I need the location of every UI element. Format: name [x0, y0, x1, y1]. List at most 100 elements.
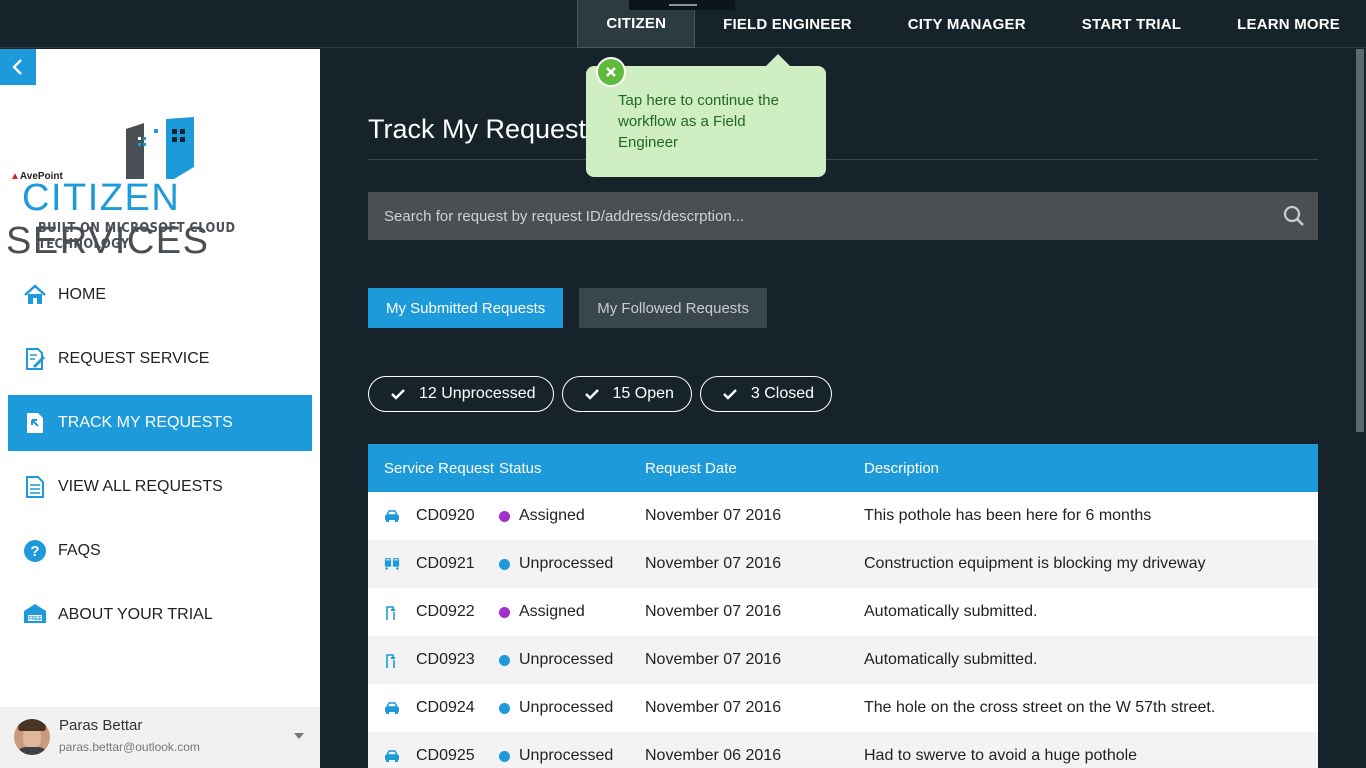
user-email: paras.bettar@outlook.com [59, 740, 200, 754]
filter-closed[interactable]: 3 Closed [699, 376, 833, 412]
cell-request-date: November 06 2016 [645, 747, 782, 764]
status-text: Unprocessed [519, 747, 614, 764]
cell-status: Assigned [499, 507, 645, 525]
logo: ▲AvePoint CITIZEN SERVICES BUILT ON MICRO… [6, 117, 314, 262]
sidebar-item-request-service[interactable]: REQUEST SERVICE [8, 331, 312, 387]
table-row[interactable]: CD0923 Unprocessed November 07 2016 Automat… [368, 636, 1318, 684]
page-title: Track My Requests [368, 114, 600, 144]
collapse-sidebar-button[interactable] [0, 49, 36, 85]
cell-request-date: November 07 2016 [645, 699, 782, 716]
status-text: Unprocessed [519, 651, 614, 668]
cell-status: Unprocessed [499, 555, 645, 573]
column-header[interactable]: Description [864, 460, 1318, 477]
check-icon [391, 388, 405, 400]
table-row[interactable]: CD0920 Assigned November 07 2016 This potho… [368, 492, 1318, 540]
chevron-down-icon[interactable] [294, 733, 304, 739]
search-icon[interactable] [1270, 192, 1318, 240]
column-header[interactable]: Status [499, 460, 645, 477]
sidebar-item-label: ABOUT YOUR TRIAL [58, 606, 213, 623]
status-text: Unprocessed [519, 699, 614, 716]
table-row[interactable]: CD0922 Assigned November 07 2016 Automatica… [368, 588, 1318, 636]
sidebar-item-view-all-requests[interactable]: VIEW ALL REQUESTS [8, 459, 312, 515]
table-row[interactable]: CD0924 Unprocessed November 07 2016 The hol… [368, 684, 1318, 732]
tab-my-followed-requests[interactable]: My Followed Requests [579, 288, 767, 328]
cell-service-request: CD0922 [368, 603, 499, 621]
check-icon [723, 388, 737, 400]
cell-status: Unprocessed [499, 699, 645, 717]
cell-request-date: November 07 2016 [645, 651, 782, 668]
request-id: CD0924 [416, 699, 475, 716]
search-input[interactable] [368, 192, 1270, 240]
car-icon [384, 509, 400, 523]
status-dot [499, 654, 510, 666]
cell-request-date: November 07 2016 [645, 507, 782, 524]
request-id: CD0925 [416, 747, 475, 764]
tab-my-submitted-requests[interactable]: My Submitted Requests [368, 288, 564, 328]
status-dot [499, 702, 510, 714]
scrollbar[interactable] [1354, 49, 1366, 768]
filter-unprocessed[interactable]: 12 Unprocessed [368, 376, 554, 412]
list-document-icon [22, 474, 48, 500]
cell-description: The hole on the cross street on the W 57… [864, 699, 1216, 716]
main-content: Track My Requests My Submitted Requests … [320, 49, 1354, 768]
scroll-thumb[interactable] [1356, 49, 1364, 432]
column-header[interactable]: Request Date [645, 460, 864, 477]
status-dot [499, 510, 510, 522]
tooltip-text: Tap here to continue the workflow as a F… [618, 92, 779, 151]
sidebar-item-about-your-trial[interactable]: FREE ABOUT YOUR TRIAL [8, 587, 312, 643]
cell-request-date: November 07 2016 [645, 603, 782, 620]
cell-service-request: CD0920 [368, 507, 499, 525]
svg-text:FREE: FREE [28, 616, 42, 622]
streetlight-icon [384, 652, 400, 668]
sidebar-item-track-my-requests[interactable]: TRACK MY REQUESTS [8, 395, 312, 451]
request-id: CD0923 [416, 651, 475, 668]
drag-handle[interactable] [629, 0, 735, 10]
request-id: CD0922 [416, 603, 475, 620]
chevron-left-icon [12, 59, 22, 75]
filter-label: 12 Unprocessed [419, 385, 536, 402]
avatar [14, 719, 50, 755]
filter-label: 3 Closed [750, 385, 815, 402]
sidebar-item-home[interactable]: HOME [8, 267, 312, 323]
cell-status: Unprocessed [499, 747, 645, 765]
home-icon [22, 282, 48, 308]
coach-tooltip[interactable]: Tap here to continue the workflow as a F… [586, 54, 826, 177]
filter-open[interactable]: 15 Open [561, 376, 692, 412]
sidebar-item-label: TRACK MY REQUESTS [58, 414, 233, 431]
user-name: Paras Bettar [59, 717, 143, 734]
nav-learn-more[interactable]: LEARN MORE [1209, 0, 1366, 48]
cell-description: Automatically submitted. [864, 603, 1038, 620]
close-icon[interactable] [596, 57, 626, 87]
sidebar-item-label: FAQS [58, 542, 101, 559]
table-body: CD0920 Assigned November 07 2016 This potho… [368, 492, 1318, 768]
table-row[interactable]: CD0925 Unprocessed November 06 2016 Had to … [368, 732, 1318, 768]
car-icon [384, 749, 400, 763]
request-id: CD0921 [416, 555, 475, 572]
cell-description: This pothole has been here for 6 months [864, 507, 1152, 524]
status-dot [499, 558, 510, 570]
cell-service-request: CD0924 [368, 699, 499, 717]
cell-description: Automatically submitted. [864, 651, 1038, 668]
buildings-logo-icon [126, 117, 194, 179]
request-id: CD0920 [416, 507, 475, 524]
tagline: BUILT ON MICROSOFT CLOUD TECHNOLOGY [38, 220, 236, 252]
user-profile[interactable]: Paras Bettar paras.bettar@outlook.com [0, 707, 320, 768]
vehicles-icon [384, 557, 400, 571]
sidebar-item-label: VIEW ALL REQUESTS [58, 478, 223, 495]
column-header[interactable]: Service Request [368, 460, 499, 477]
status-text: Assigned [519, 603, 585, 620]
nav-city-manager[interactable]: CITY MANAGER [880, 0, 1054, 48]
cell-status: Assigned [499, 603, 645, 621]
cell-service-request: CD0921 [368, 555, 499, 573]
sidebar-item-faqs[interactable]: ? FAQS [8, 523, 312, 579]
edit-document-icon [22, 346, 48, 372]
table-row[interactable]: CD0921 Unprocessed November 07 2016 Constru… [368, 540, 1318, 588]
cell-service-request: CD0925 [368, 747, 499, 765]
sidebar-item-label: HOME [58, 286, 106, 303]
sidebar: ▲AvePoint CITIZEN SERVICES BUILT ON MICRO… [0, 49, 320, 768]
sidebar-item-label: REQUEST SERVICE [58, 350, 210, 367]
question-icon: ? [22, 538, 48, 564]
status-filters: 12 Unprocessed 15 Open 3 Closed [368, 376, 840, 412]
free-badge-icon: FREE [22, 602, 48, 628]
nav-start-trial[interactable]: START TRIAL [1054, 0, 1209, 48]
